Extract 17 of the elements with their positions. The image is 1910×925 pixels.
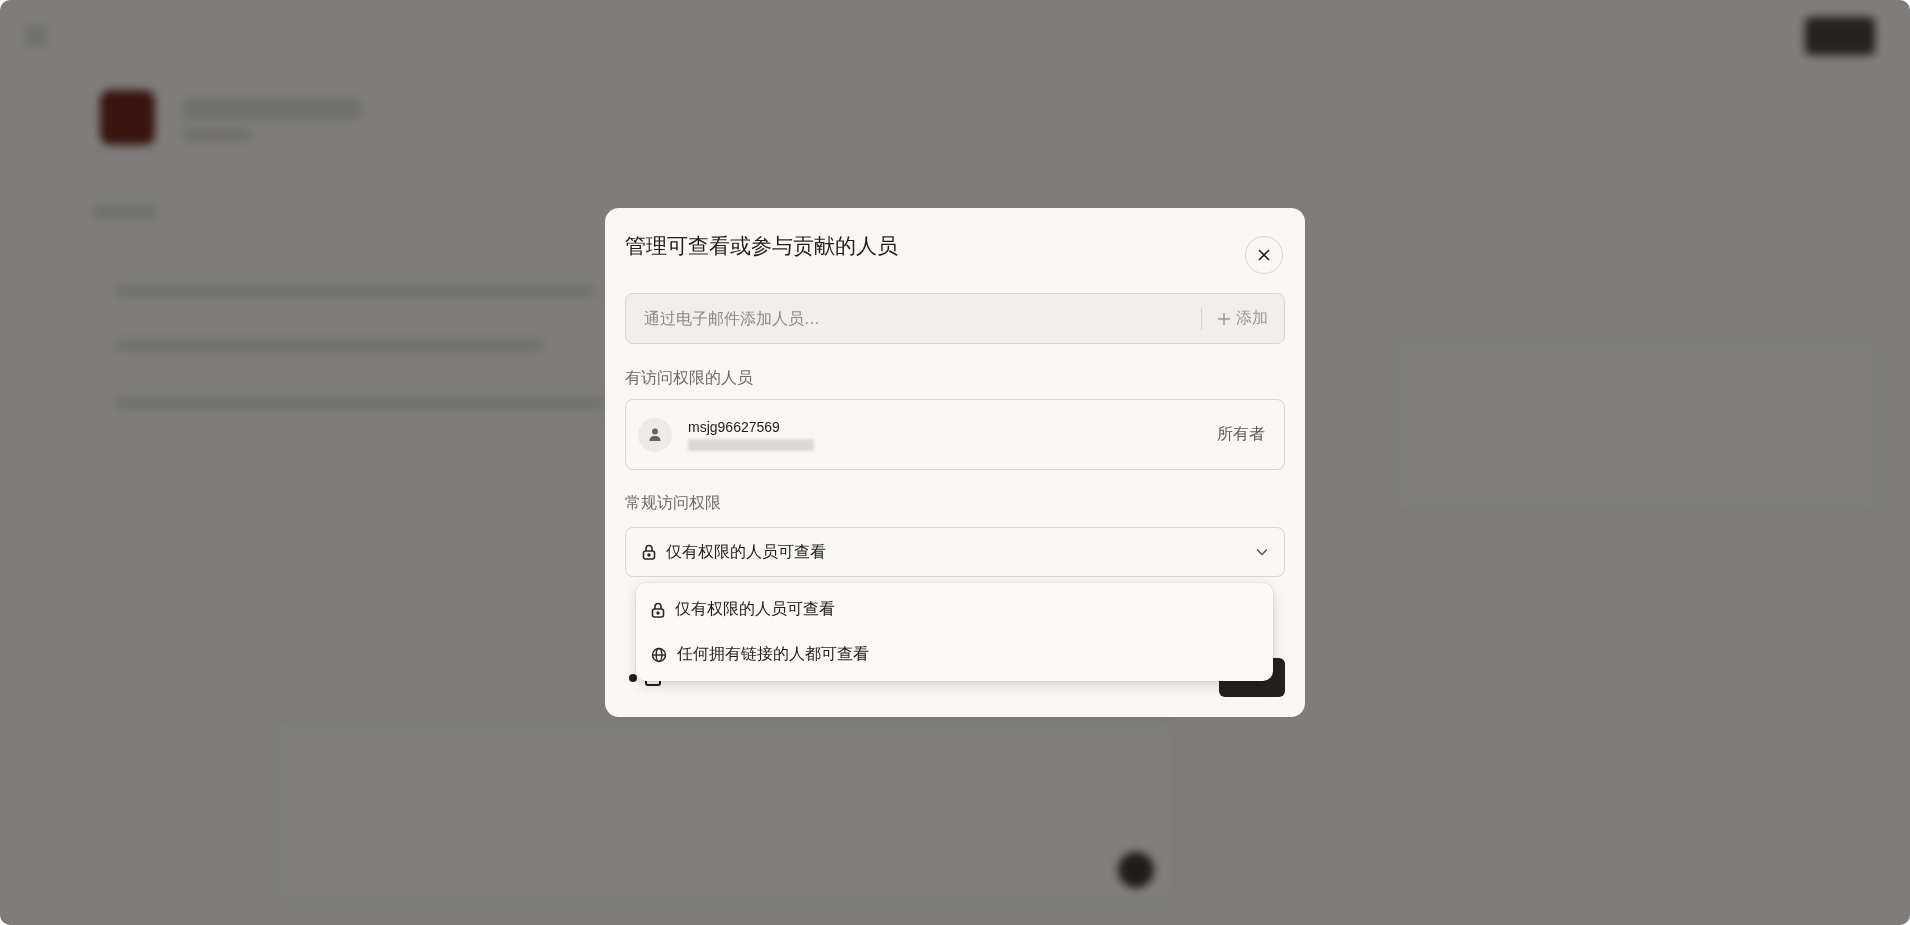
person-role: 所有者: [1217, 424, 1265, 444]
lock-icon: [651, 601, 665, 618]
access-dropdown[interactable]: 仅有权限的人员可查看: [625, 527, 1285, 577]
plus-icon: [1218, 312, 1230, 325]
globe-icon: [651, 646, 667, 663]
avatar-icon: [638, 417, 672, 452]
access-option[interactable]: 仅有权限的人员可查看: [636, 587, 1273, 632]
dot-icon: [629, 673, 637, 682]
section-label: 有访问权限的人员: [625, 368, 754, 388]
close-icon: [1258, 249, 1270, 261]
section-label: 常规访问权限: [625, 493, 722, 513]
close-button[interactable]: [1245, 236, 1283, 274]
access-option[interactable]: 任何拥有链接的人都可查看: [636, 632, 1273, 677]
chevron-down-icon: [1256, 548, 1268, 556]
lock-icon: [642, 544, 656, 560]
person-name: msjg96627569: [688, 418, 781, 435]
dialog-title: 管理可查看或参与贡献的人员: [625, 233, 898, 259]
